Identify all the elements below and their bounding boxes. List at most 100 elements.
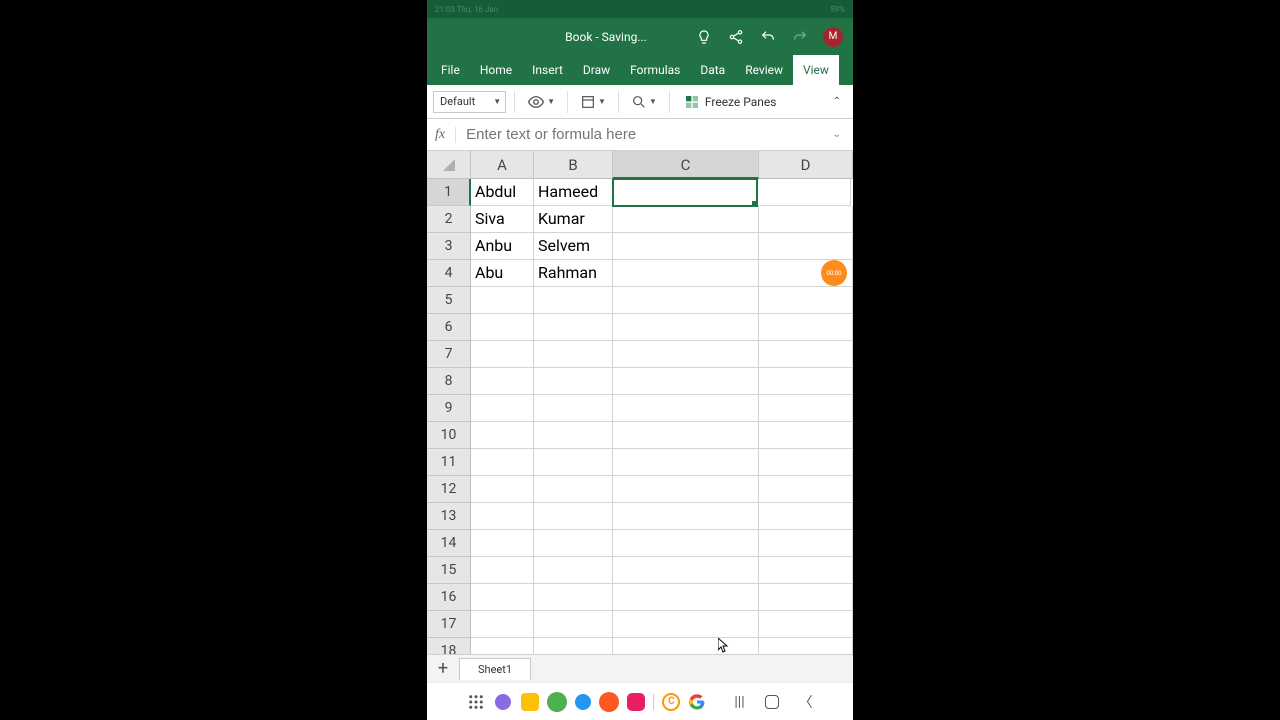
formula-expand-icon[interactable]: ⌄ xyxy=(829,129,845,140)
cell-C7[interactable] xyxy=(613,341,759,368)
cell-C6[interactable] xyxy=(613,314,759,341)
cell-A6[interactable] xyxy=(471,314,534,341)
cell-C16[interactable] xyxy=(613,584,759,611)
cell-C14[interactable] xyxy=(613,530,759,557)
tab-data[interactable]: Data xyxy=(690,55,735,85)
col-header-C[interactable]: C xyxy=(613,151,759,179)
tab-view[interactable]: View xyxy=(793,55,839,85)
select-all-corner[interactable] xyxy=(427,151,471,179)
app-icon-5[interactable] xyxy=(599,692,619,712)
cell-D16[interactable] xyxy=(759,584,853,611)
row-header-13[interactable]: 13 xyxy=(427,503,471,530)
cell-B17[interactable] xyxy=(534,611,613,638)
row-header-9[interactable]: 9 xyxy=(427,395,471,422)
app-icon-3[interactable] xyxy=(547,692,567,712)
app-icon-4[interactable] xyxy=(575,694,591,710)
cell-A12[interactable] xyxy=(471,476,534,503)
app-icon-7[interactable]: C xyxy=(662,693,680,711)
cell-D9[interactable] xyxy=(759,395,853,422)
collapse-ribbon[interactable]: ⌃ xyxy=(833,96,847,107)
cell-B8[interactable] xyxy=(534,368,613,395)
cell-C2[interactable] xyxy=(613,206,759,233)
user-avatar[interactable]: M xyxy=(823,27,843,47)
row-header-17[interactable]: 17 xyxy=(427,611,471,638)
cell-B11[interactable] xyxy=(534,449,613,476)
cell-C1[interactable] xyxy=(612,178,758,207)
col-header-B[interactable]: B xyxy=(534,151,613,179)
cell-A11[interactable] xyxy=(471,449,534,476)
row-header-2[interactable]: 2 xyxy=(427,206,471,233)
cell-B16[interactable] xyxy=(534,584,613,611)
cell-B15[interactable] xyxy=(534,557,613,584)
row-header-15[interactable]: 15 xyxy=(427,557,471,584)
cell-C13[interactable] xyxy=(613,503,759,530)
cell-D18[interactable] xyxy=(759,638,853,654)
cell-B5[interactable] xyxy=(534,287,613,314)
cell-B9[interactable] xyxy=(534,395,613,422)
cell-D12[interactable] xyxy=(759,476,853,503)
col-header-D[interactable]: D xyxy=(759,151,853,179)
tab-formulas[interactable]: Formulas xyxy=(620,55,690,85)
row-header-7[interactable]: 7 xyxy=(427,341,471,368)
home-button[interactable] xyxy=(765,695,779,709)
cell-B1[interactable]: Hameed xyxy=(534,179,613,206)
row-header-4[interactable]: 4 xyxy=(427,260,471,287)
cell-D17[interactable] xyxy=(759,611,853,638)
cell-D8[interactable] xyxy=(759,368,853,395)
cell-D1[interactable] xyxy=(757,179,851,206)
row-header-6[interactable]: 6 xyxy=(427,314,471,341)
lightbulb-icon[interactable] xyxy=(695,28,713,46)
cell-C11[interactable] xyxy=(613,449,759,476)
cell-C3[interactable] xyxy=(613,233,759,260)
cell-D13[interactable] xyxy=(759,503,853,530)
cell-B7[interactable] xyxy=(534,341,613,368)
freeze-panes-button[interactable]: Freeze Panes xyxy=(678,94,783,110)
cell-C8[interactable] xyxy=(613,368,759,395)
row-header-11[interactable]: 11 xyxy=(427,449,471,476)
cell-C15[interactable] xyxy=(613,557,759,584)
app-icon-2[interactable] xyxy=(521,693,539,711)
cell-C12[interactable] xyxy=(613,476,759,503)
cell-B13[interactable] xyxy=(534,503,613,530)
zoom-dropdown[interactable]: ▼ xyxy=(627,89,661,115)
formula-input[interactable] xyxy=(466,126,829,143)
add-sheet-button[interactable]: + xyxy=(427,658,459,679)
show-hide-dropdown[interactable]: ▼ xyxy=(523,89,559,115)
cell-C18[interactable] xyxy=(613,638,759,654)
cell-A15[interactable] xyxy=(471,557,534,584)
cell-B10[interactable] xyxy=(534,422,613,449)
share-icon[interactable] xyxy=(727,28,745,46)
tab-review[interactable]: Review xyxy=(735,55,793,85)
apps-icon[interactable] xyxy=(467,693,485,711)
cell-D2[interactable] xyxy=(759,206,853,233)
tab-file[interactable]: File xyxy=(431,55,470,85)
cell-D10[interactable] xyxy=(759,422,853,449)
tab-home[interactable]: Home xyxy=(470,55,522,85)
cell-D14[interactable] xyxy=(759,530,853,557)
cell-C17[interactable] xyxy=(613,611,759,638)
cell-B2[interactable]: Kumar xyxy=(534,206,613,233)
cell-C9[interactable] xyxy=(613,395,759,422)
recent-apps-button[interactable]: ||| xyxy=(734,694,744,710)
cell-A14[interactable] xyxy=(471,530,534,557)
undo-icon[interactable] xyxy=(759,28,777,46)
cell-A18[interactable] xyxy=(471,638,534,654)
cell-D7[interactable] xyxy=(759,341,853,368)
cell-A7[interactable] xyxy=(471,341,534,368)
row-header-1[interactable]: 1 xyxy=(427,179,471,206)
google-icon[interactable] xyxy=(688,693,706,711)
row-header-10[interactable]: 10 xyxy=(427,422,471,449)
cell-B14[interactable] xyxy=(534,530,613,557)
row-header-16[interactable]: 16 xyxy=(427,584,471,611)
cell-D3[interactable] xyxy=(759,233,853,260)
col-header-A[interactable]: A xyxy=(471,151,534,179)
cell-D15[interactable] xyxy=(759,557,853,584)
back-button[interactable]: 〈 xyxy=(799,692,813,712)
spreadsheet-grid[interactable]: A B C D 1AbdulHameed2SivaKumar3AnbuSelve… xyxy=(427,151,853,654)
cell-D6[interactable] xyxy=(759,314,853,341)
window-dropdown[interactable]: ▼ xyxy=(576,89,610,115)
style-dropdown[interactable]: Default ▼ xyxy=(433,91,506,113)
redo-icon[interactable] xyxy=(791,28,809,46)
cell-A13[interactable] xyxy=(471,503,534,530)
cell-C5[interactable] xyxy=(613,287,759,314)
